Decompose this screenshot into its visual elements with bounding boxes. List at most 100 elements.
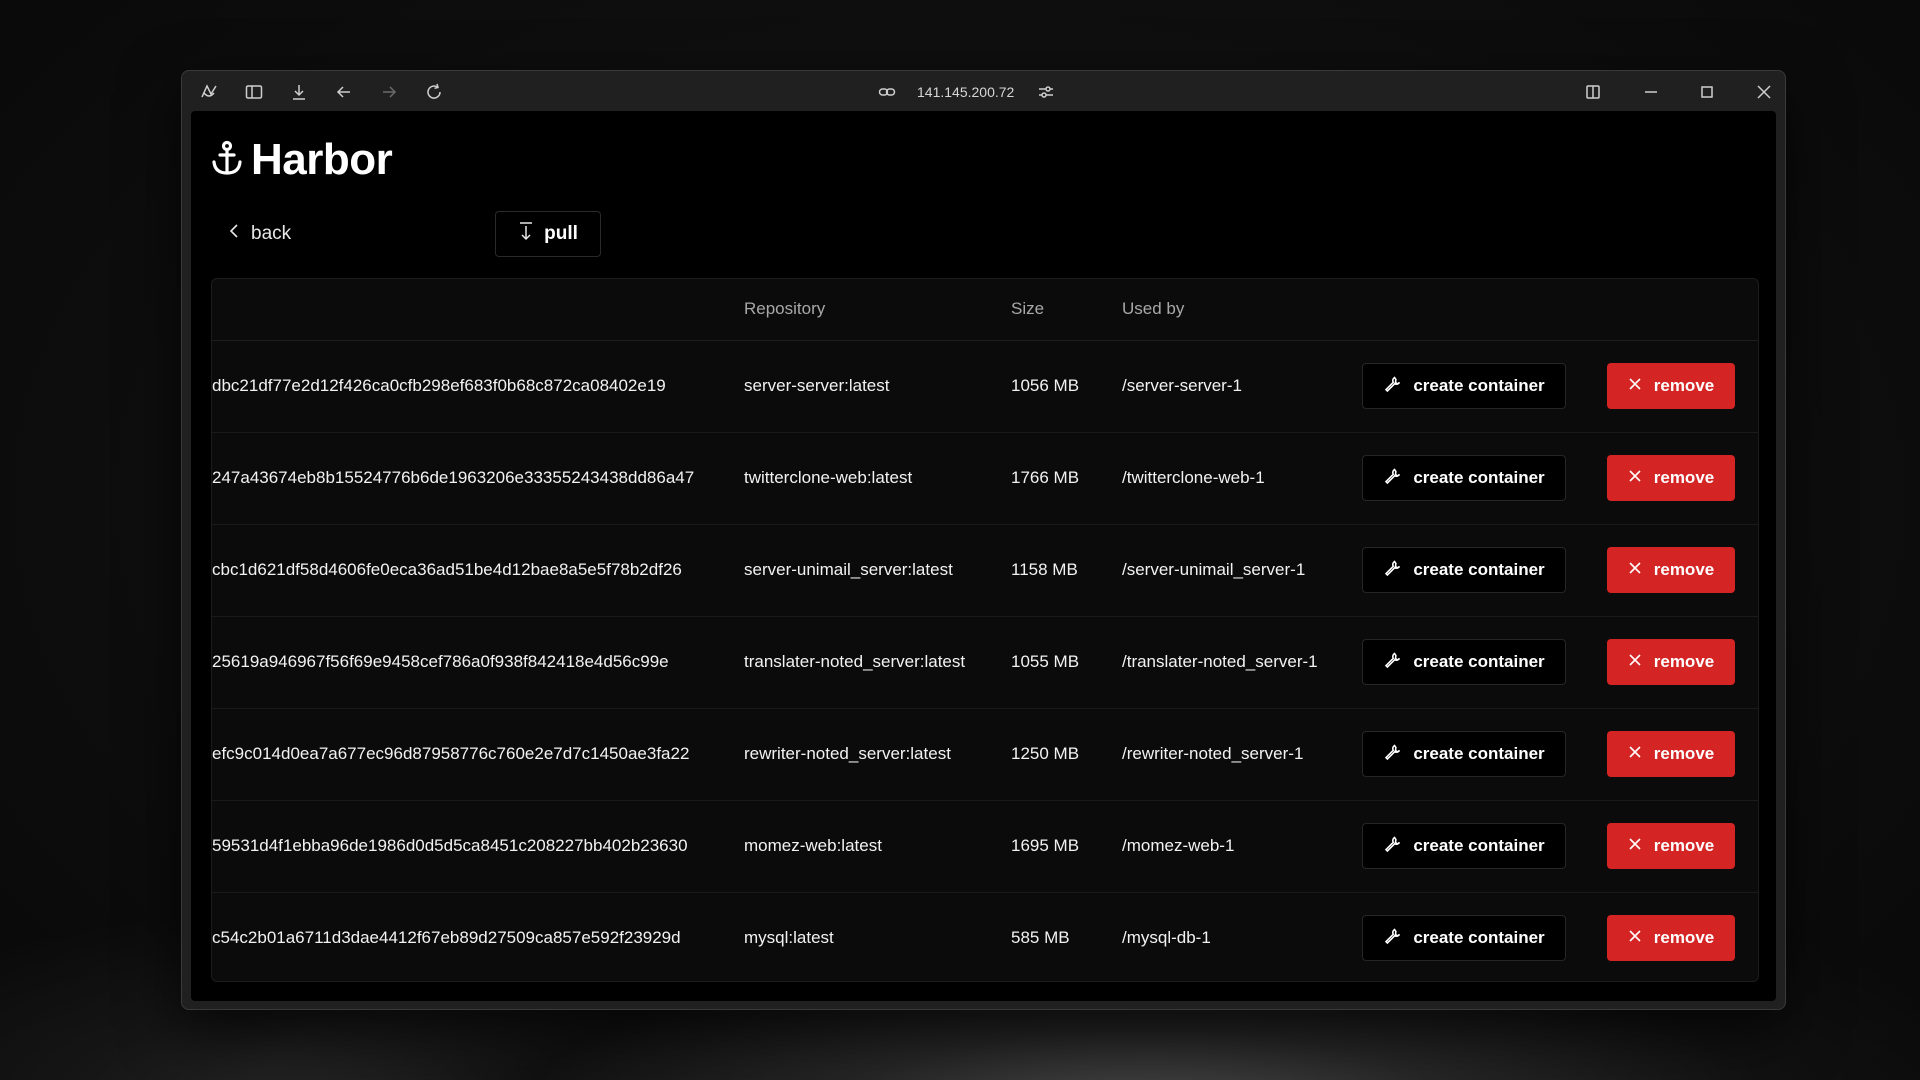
create-container-label: create container: [1413, 468, 1545, 487]
image-id: 59531d4f1ebba96de1986d0d5d5ca8451c208227…: [212, 836, 688, 855]
app-title: Harbor: [251, 135, 393, 184]
x-icon: [1628, 836, 1642, 856]
image-id: c54c2b01a6711d3dae4412f67eb89d27509ca857…: [212, 928, 681, 947]
create-container-label: create container: [1413, 744, 1545, 763]
size-cell: 1766 MB: [1011, 468, 1080, 487]
create-container-label: create container: [1413, 376, 1545, 395]
create-container-button[interactable]: create container: [1362, 363, 1566, 409]
remove-label: remove: [1653, 468, 1715, 487]
wrench-icon: [1383, 927, 1401, 950]
x-icon: [1628, 928, 1642, 948]
reload-icon[interactable]: [423, 81, 445, 103]
create-container-button[interactable]: create container: [1362, 731, 1566, 777]
repository-cell: twitterclone-web:latest: [744, 468, 913, 487]
x-icon: [1628, 376, 1642, 396]
size-cell: 585 MB: [1011, 928, 1070, 947]
repository-cell: translater-noted_server:latest: [744, 652, 966, 671]
remove-button[interactable]: remove: [1607, 363, 1735, 409]
pull-button-label: pull: [544, 223, 578, 244]
table-header: Repository Size Used by: [212, 279, 1758, 341]
used-by-cell: /server-unimail_server-1: [1122, 560, 1306, 579]
address-bar-url[interactable]: 141.145.200.72: [917, 81, 1014, 103]
back-button-label: back: [251, 223, 292, 244]
image-id: 25619a946967f56f69e9458cef786a0f938f8424…: [212, 652, 669, 671]
remove-button[interactable]: remove: [1607, 915, 1735, 961]
table-row: 247a43674eb8b15524776b6de1963206e3335524…: [212, 432, 1758, 525]
split-view-icon[interactable]: [1582, 81, 1604, 103]
forward-arrow-icon[interactable]: [378, 81, 400, 103]
browser-titlebar: 141.145.200.72: [182, 71, 1785, 111]
back-button[interactable]: back: [211, 211, 303, 257]
create-container-label: create container: [1413, 560, 1545, 579]
table-row: efc9c014d0ea7a677ec96d87958776c760e2e7d7…: [212, 708, 1758, 801]
x-icon: [1628, 468, 1642, 488]
header-size: Size: [1011, 299, 1045, 318]
wrench-icon: [1383, 559, 1401, 582]
maximize-icon[interactable]: [1696, 81, 1718, 103]
x-icon: [1628, 744, 1642, 764]
size-cell: 1056 MB: [1011, 376, 1080, 395]
back-arrow-icon[interactable]: [333, 81, 355, 103]
header-repository: Repository: [744, 299, 826, 318]
used-by-cell: /twitterclone-web-1: [1122, 468, 1265, 487]
app-logo: Harbor: [211, 135, 393, 185]
remove-button[interactable]: remove: [1607, 731, 1735, 777]
create-container-button[interactable]: create container: [1362, 915, 1566, 961]
close-icon[interactable]: [1753, 81, 1775, 103]
table-row: dbc21df77e2d12f426ca0cfb298ef683f0b68c87…: [212, 340, 1758, 433]
create-container-label: create container: [1413, 836, 1545, 855]
page-viewport: Harbor back pull Repository Size Used by…: [191, 111, 1776, 1001]
image-id: 247a43674eb8b15524776b6de1963206e3335524…: [212, 468, 695, 487]
create-container-button[interactable]: create container: [1362, 639, 1566, 685]
repository-cell: momez-web:latest: [744, 836, 882, 855]
pull-button[interactable]: pull: [495, 211, 601, 257]
download-icon[interactable]: [288, 81, 310, 103]
table-row: cbc1d621df58d4606fe0eca36ad51be4d12bae8a…: [212, 524, 1758, 617]
create-container-label: create container: [1413, 928, 1545, 947]
anchor-icon: [211, 140, 243, 181]
site-settings-icon[interactable]: [1035, 81, 1057, 103]
x-icon: [1628, 652, 1642, 672]
table-row: c54c2b01a6711d3dae4412f67eb89d27509ca857…: [212, 892, 1758, 981]
repository-cell: server-unimail_server:latest: [744, 560, 953, 579]
repository-cell: rewriter-noted_server:latest: [744, 744, 951, 763]
link-icon[interactable]: [876, 81, 898, 103]
create-container-button[interactable]: create container: [1362, 823, 1566, 869]
create-container-button[interactable]: create container: [1362, 455, 1566, 501]
table-row: 59531d4f1ebba96de1986d0d5d5ca8451c208227…: [212, 800, 1758, 893]
remove-label: remove: [1653, 744, 1715, 763]
used-by-cell: /translater-noted_server-1: [1122, 652, 1318, 671]
chevron-left-icon: [227, 222, 241, 246]
table-row: 25619a946967f56f69e9458cef786a0f938f8424…: [212, 616, 1758, 709]
remove-label: remove: [1653, 376, 1715, 395]
remove-label: remove: [1653, 652, 1715, 671]
image-id: efc9c014d0ea7a677ec96d87958776c760e2e7d7…: [212, 744, 690, 763]
wrench-icon: [1383, 835, 1401, 858]
sidebar-toggle-icon[interactable]: [243, 81, 265, 103]
wrench-icon: [1383, 467, 1401, 490]
remove-button[interactable]: remove: [1607, 455, 1735, 501]
browser-window: 141.145.200.72 Harbor back pull Reposito…: [181, 70, 1786, 1010]
wrench-icon: [1383, 743, 1401, 766]
pull-download-icon: [518, 221, 534, 247]
remove-button[interactable]: remove: [1607, 639, 1735, 685]
remove-label: remove: [1653, 836, 1715, 855]
remove-button[interactable]: remove: [1607, 547, 1735, 593]
x-icon: [1628, 560, 1642, 580]
remove-button[interactable]: remove: [1607, 823, 1735, 869]
used-by-cell: /rewriter-noted_server-1: [1122, 744, 1304, 763]
used-by-cell: /server-server-1: [1122, 376, 1242, 395]
create-container-button[interactable]: create container: [1362, 547, 1566, 593]
header-used-by: Used by: [1122, 299, 1185, 318]
size-cell: 1695 MB: [1011, 836, 1080, 855]
browser-logo-icon[interactable]: [198, 81, 220, 103]
wrench-icon: [1383, 651, 1401, 674]
wrench-icon: [1383, 375, 1401, 398]
minimize-icon[interactable]: [1640, 81, 1662, 103]
size-cell: 1055 MB: [1011, 652, 1080, 671]
size-cell: 1250 MB: [1011, 744, 1080, 763]
repository-cell: server-server:latest: [744, 376, 890, 395]
create-container-label: create container: [1413, 652, 1545, 671]
remove-label: remove: [1653, 560, 1715, 579]
images-table: Repository Size Used by dbc21df77e2d12f4…: [211, 278, 1759, 982]
